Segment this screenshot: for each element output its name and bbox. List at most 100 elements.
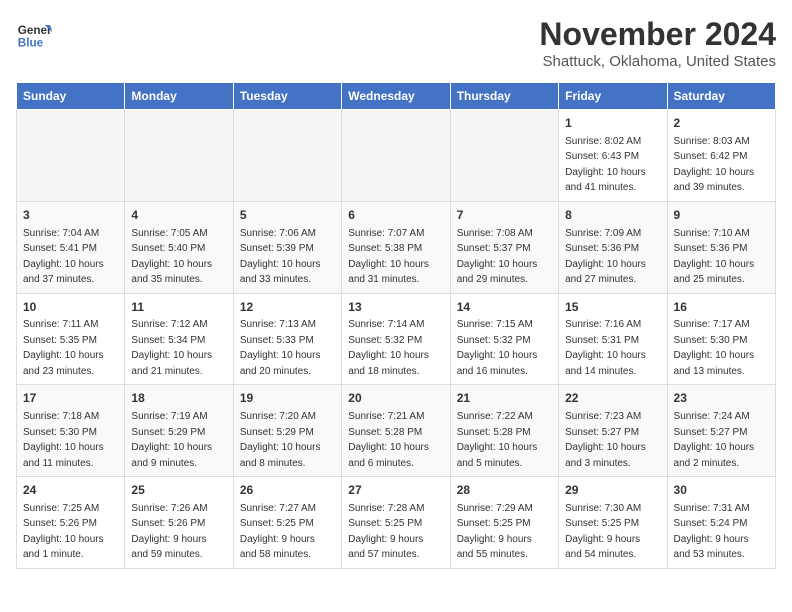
calendar-week-row: 17 Sunrise: 7:18 AM Sunset: 5:30 PM Dayli… <box>17 385 776 477</box>
calendar-cell: 9 Sunrise: 7:10 AM Sunset: 5:36 PM Daylig… <box>667 201 775 293</box>
day-number: 11 <box>131 299 226 316</box>
day-info: Sunrise: 7:22 AM Sunset: 5:28 PM Dayligh… <box>457 411 538 469</box>
day-info: Sunrise: 7:25 AM Sunset: 5:26 PM Dayligh… <box>23 503 104 561</box>
calendar-cell: 21Sunrise: 7:22 AM Sunset: 5:28 PM Dayli… <box>450 385 558 477</box>
calendar-week-row: 3 Sunrise: 7:04 AM Sunset: 5:41 PM Daylig… <box>17 201 776 293</box>
calendar-cell: 20 Sunrise: 7:21 AM Sunset: 5:28 PM Dayli… <box>342 385 450 477</box>
day-number: 26 <box>240 482 335 499</box>
day-number: 29 <box>565 482 660 499</box>
calendar-header-row: SundayMondayTuesdayWednesdayThursdayFrid… <box>17 83 776 110</box>
calendar-cell <box>450 110 558 202</box>
day-number: 14 <box>457 299 552 316</box>
day-info: Sunrise: 8:02 AM Sunset: 6:43 PM Dayligh… <box>565 136 646 194</box>
day-info: Sunrise: 7:23 AM Sunset: 5:27 PM Dayligh… <box>565 411 646 469</box>
day-info: Sunrise: 7:11 AM Sunset: 5:35 PM Dayligh… <box>23 319 104 377</box>
day-number: 2 <box>674 115 769 132</box>
calendar-cell <box>342 110 450 202</box>
day-info: Sunrise: 7:21 AM Sunset: 5:28 PM Dayligh… <box>348 411 429 469</box>
calendar-cell: 10Sunrise: 7:11 AM Sunset: 5:35 PM Dayli… <box>17 293 125 385</box>
calendar-cell: 11Sunrise: 7:12 AM Sunset: 5:34 PM Dayli… <box>125 293 233 385</box>
day-number: 3 <box>23 207 118 224</box>
day-number: 30 <box>674 482 769 499</box>
weekday-header: Tuesday <box>233 83 341 110</box>
calendar-cell: 8 Sunrise: 7:09 AM Sunset: 5:36 PM Daylig… <box>559 201 667 293</box>
day-number: 12 <box>240 299 335 316</box>
day-number: 22 <box>565 390 660 407</box>
calendar-cell: 17 Sunrise: 7:18 AM Sunset: 5:30 PM Dayli… <box>17 385 125 477</box>
day-number: 15 <box>565 299 660 316</box>
weekday-header: Monday <box>125 83 233 110</box>
calendar-cell: 5 Sunrise: 7:06 AM Sunset: 5:39 PM Daylig… <box>233 201 341 293</box>
day-number: 28 <box>457 482 552 499</box>
day-info: Sunrise: 8:03 AM Sunset: 6:42 PM Dayligh… <box>674 136 755 194</box>
title-area: November 2024 Shattuck, Oklahoma, United… <box>539 16 776 70</box>
calendar-cell: 19 Sunrise: 7:20 AM Sunset: 5:29 PM Dayli… <box>233 385 341 477</box>
day-number: 17 <box>23 390 118 407</box>
day-info: Sunrise: 7:24 AM Sunset: 5:27 PM Dayligh… <box>674 411 755 469</box>
day-number: 18 <box>131 390 226 407</box>
day-number: 24 <box>23 482 118 499</box>
day-number: 20 <box>348 390 443 407</box>
calendar-table: SundayMondayTuesdayWednesdayThursdayFrid… <box>16 82 776 569</box>
calendar-cell <box>233 110 341 202</box>
day-info: Sunrise: 7:05 AM Sunset: 5:40 PM Dayligh… <box>131 228 212 286</box>
calendar-week-row: 10Sunrise: 7:11 AM Sunset: 5:35 PM Dayli… <box>17 293 776 385</box>
calendar-cell: 3 Sunrise: 7:04 AM Sunset: 5:41 PM Daylig… <box>17 201 125 293</box>
day-number: 4 <box>131 207 226 224</box>
calendar-cell: 25 Sunrise: 7:26 AM Sunset: 5:26 PM Dayli… <box>125 477 233 569</box>
day-number: 6 <box>348 207 443 224</box>
day-info: Sunrise: 7:26 AM Sunset: 5:26 PM Dayligh… <box>131 503 207 561</box>
day-info: Sunrise: 7:27 AM Sunset: 5:25 PM Dayligh… <box>240 503 316 561</box>
day-info: Sunrise: 7:15 AM Sunset: 5:32 PM Dayligh… <box>457 319 538 377</box>
calendar-cell: 28 Sunrise: 7:29 AM Sunset: 5:25 PM Dayli… <box>450 477 558 569</box>
day-info: Sunrise: 7:28 AM Sunset: 5:25 PM Dayligh… <box>348 503 424 561</box>
day-info: Sunrise: 7:08 AM Sunset: 5:37 PM Dayligh… <box>457 228 538 286</box>
day-number: 27 <box>348 482 443 499</box>
calendar-cell: 13 Sunrise: 7:14 AM Sunset: 5:32 PM Dayli… <box>342 293 450 385</box>
calendar-cell: 29 Sunrise: 7:30 AM Sunset: 5:25 PM Dayli… <box>559 477 667 569</box>
calendar-cell: 4 Sunrise: 7:05 AM Sunset: 5:40 PM Daylig… <box>125 201 233 293</box>
day-number: 8 <box>565 207 660 224</box>
day-info: Sunrise: 7:20 AM Sunset: 5:29 PM Dayligh… <box>240 411 321 469</box>
month-title: November 2024 <box>539 16 776 53</box>
calendar-cell: 30 Sunrise: 7:31 AM Sunset: 5:24 PM Dayli… <box>667 477 775 569</box>
day-number: 13 <box>348 299 443 316</box>
day-info: Sunrise: 7:04 AM Sunset: 5:41 PM Dayligh… <box>23 228 104 286</box>
day-info: Sunrise: 7:17 AM Sunset: 5:30 PM Dayligh… <box>674 319 755 377</box>
day-info: Sunrise: 7:06 AM Sunset: 5:39 PM Dayligh… <box>240 228 321 286</box>
day-number: 16 <box>674 299 769 316</box>
calendar-cell: 27 Sunrise: 7:28 AM Sunset: 5:25 PM Dayli… <box>342 477 450 569</box>
calendar-cell: 16 Sunrise: 7:17 AM Sunset: 5:30 PM Dayli… <box>667 293 775 385</box>
day-number: 7 <box>457 207 552 224</box>
weekday-header: Thursday <box>450 83 558 110</box>
calendar-cell: 18 Sunrise: 7:19 AM Sunset: 5:29 PM Dayli… <box>125 385 233 477</box>
day-info: Sunrise: 7:09 AM Sunset: 5:36 PM Dayligh… <box>565 228 646 286</box>
calendar-cell <box>17 110 125 202</box>
logo-icon: General Blue <box>16 16 52 52</box>
day-number: 5 <box>240 207 335 224</box>
calendar-week-row: 24 Sunrise: 7:25 AM Sunset: 5:26 PM Dayli… <box>17 477 776 569</box>
day-info: Sunrise: 7:10 AM Sunset: 5:36 PM Dayligh… <box>674 228 755 286</box>
calendar-cell: 23 Sunrise: 7:24 AM Sunset: 5:27 PM Dayli… <box>667 385 775 477</box>
day-number: 25 <box>131 482 226 499</box>
calendar-cell: 1Sunrise: 8:02 AM Sunset: 6:43 PM Daylig… <box>559 110 667 202</box>
calendar-cell: 15 Sunrise: 7:16 AM Sunset: 5:31 PM Dayli… <box>559 293 667 385</box>
day-number: 9 <box>674 207 769 224</box>
weekday-header: Sunday <box>17 83 125 110</box>
svg-text:Blue: Blue <box>18 37 44 50</box>
day-info: Sunrise: 7:31 AM Sunset: 5:24 PM Dayligh… <box>674 503 750 561</box>
day-info: Sunrise: 7:30 AM Sunset: 5:25 PM Dayligh… <box>565 503 641 561</box>
weekday-header: Friday <box>559 83 667 110</box>
day-info: Sunrise: 7:14 AM Sunset: 5:32 PM Dayligh… <box>348 319 429 377</box>
calendar-cell: 24 Sunrise: 7:25 AM Sunset: 5:26 PM Dayli… <box>17 477 125 569</box>
day-number: 19 <box>240 390 335 407</box>
calendar-cell: 12 Sunrise: 7:13 AM Sunset: 5:33 PM Dayli… <box>233 293 341 385</box>
calendar-cell: 6Sunrise: 7:07 AM Sunset: 5:38 PM Daylig… <box>342 201 450 293</box>
day-info: Sunrise: 7:16 AM Sunset: 5:31 PM Dayligh… <box>565 319 646 377</box>
day-info: Sunrise: 7:29 AM Sunset: 5:25 PM Dayligh… <box>457 503 533 561</box>
day-info: Sunrise: 7:19 AM Sunset: 5:29 PM Dayligh… <box>131 411 212 469</box>
calendar-cell: 14 Sunrise: 7:15 AM Sunset: 5:32 PM Dayli… <box>450 293 558 385</box>
day-number: 23 <box>674 390 769 407</box>
day-info: Sunrise: 7:18 AM Sunset: 5:30 PM Dayligh… <box>23 411 104 469</box>
day-info: Sunrise: 7:13 AM Sunset: 5:33 PM Dayligh… <box>240 319 321 377</box>
